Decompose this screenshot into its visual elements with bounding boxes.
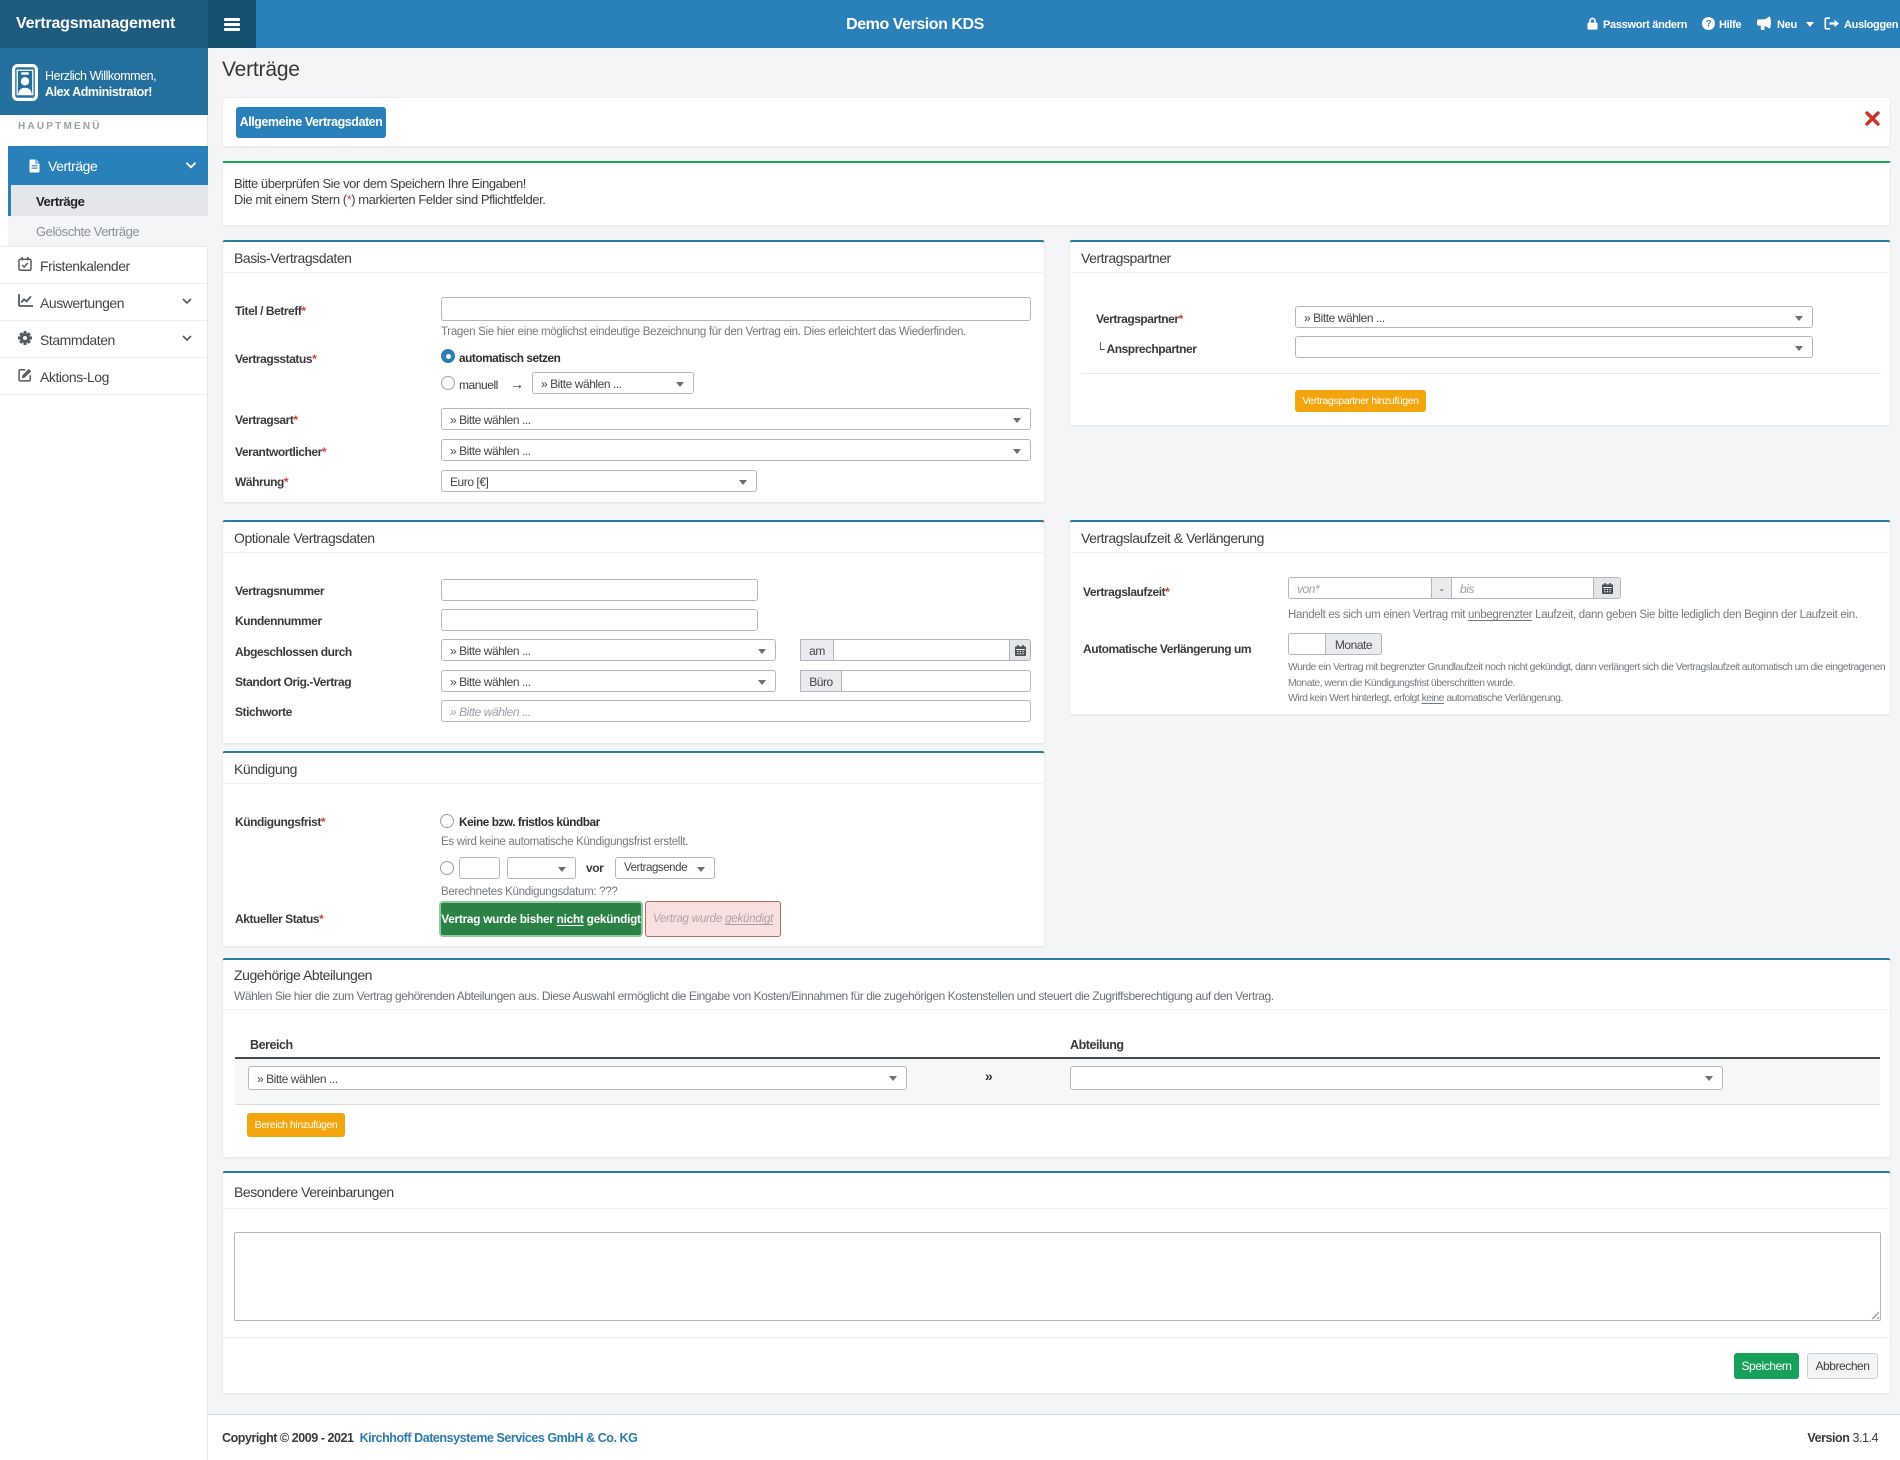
svg-text:?: ?	[1706, 19, 1711, 29]
